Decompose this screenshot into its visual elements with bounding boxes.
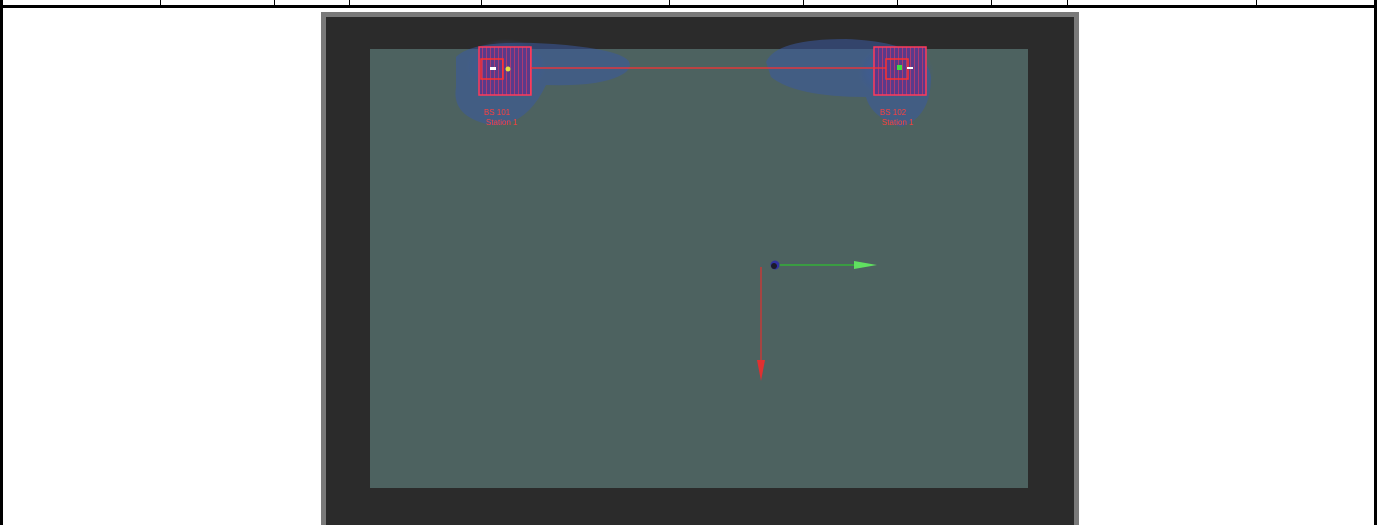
table-cell-divider (1067, 0, 1068, 8)
station-left-label-1: BS 101 (484, 108, 511, 117)
station-left-label-2: Station 1 (486, 118, 518, 127)
station-grid-block (478, 46, 532, 96)
viewport-background: BS 101 Station 1 BS 102 Station 1 (326, 17, 1074, 525)
table-cell-divider (991, 0, 992, 8)
station-right-label-2: Station 1 (882, 118, 914, 127)
table-cell-divider (160, 0, 161, 8)
station-right-label-1: BS 102 (880, 108, 907, 117)
station-marker (490, 67, 496, 70)
scene-canvas[interactable]: BS 101 Station 1 BS 102 Station 1 (326, 17, 1074, 525)
station-marker (907, 67, 913, 69)
table-header-row (0, 0, 1377, 8)
table-cell-divider (481, 0, 482, 8)
origin-point-icon (771, 263, 777, 269)
station-sensor-icon (897, 65, 902, 70)
table-cell-divider (669, 0, 670, 8)
table-cell-divider (349, 0, 350, 8)
viewport-frame: BS 101 Station 1 BS 102 Station 1 (321, 12, 1079, 525)
table-cell-divider (803, 0, 804, 8)
station-grid-block (873, 46, 927, 96)
table-cell-divider (1256, 0, 1257, 8)
table-cell-divider (274, 0, 275, 8)
station-sensor-icon (505, 66, 511, 72)
table-cell-divider (897, 0, 898, 8)
